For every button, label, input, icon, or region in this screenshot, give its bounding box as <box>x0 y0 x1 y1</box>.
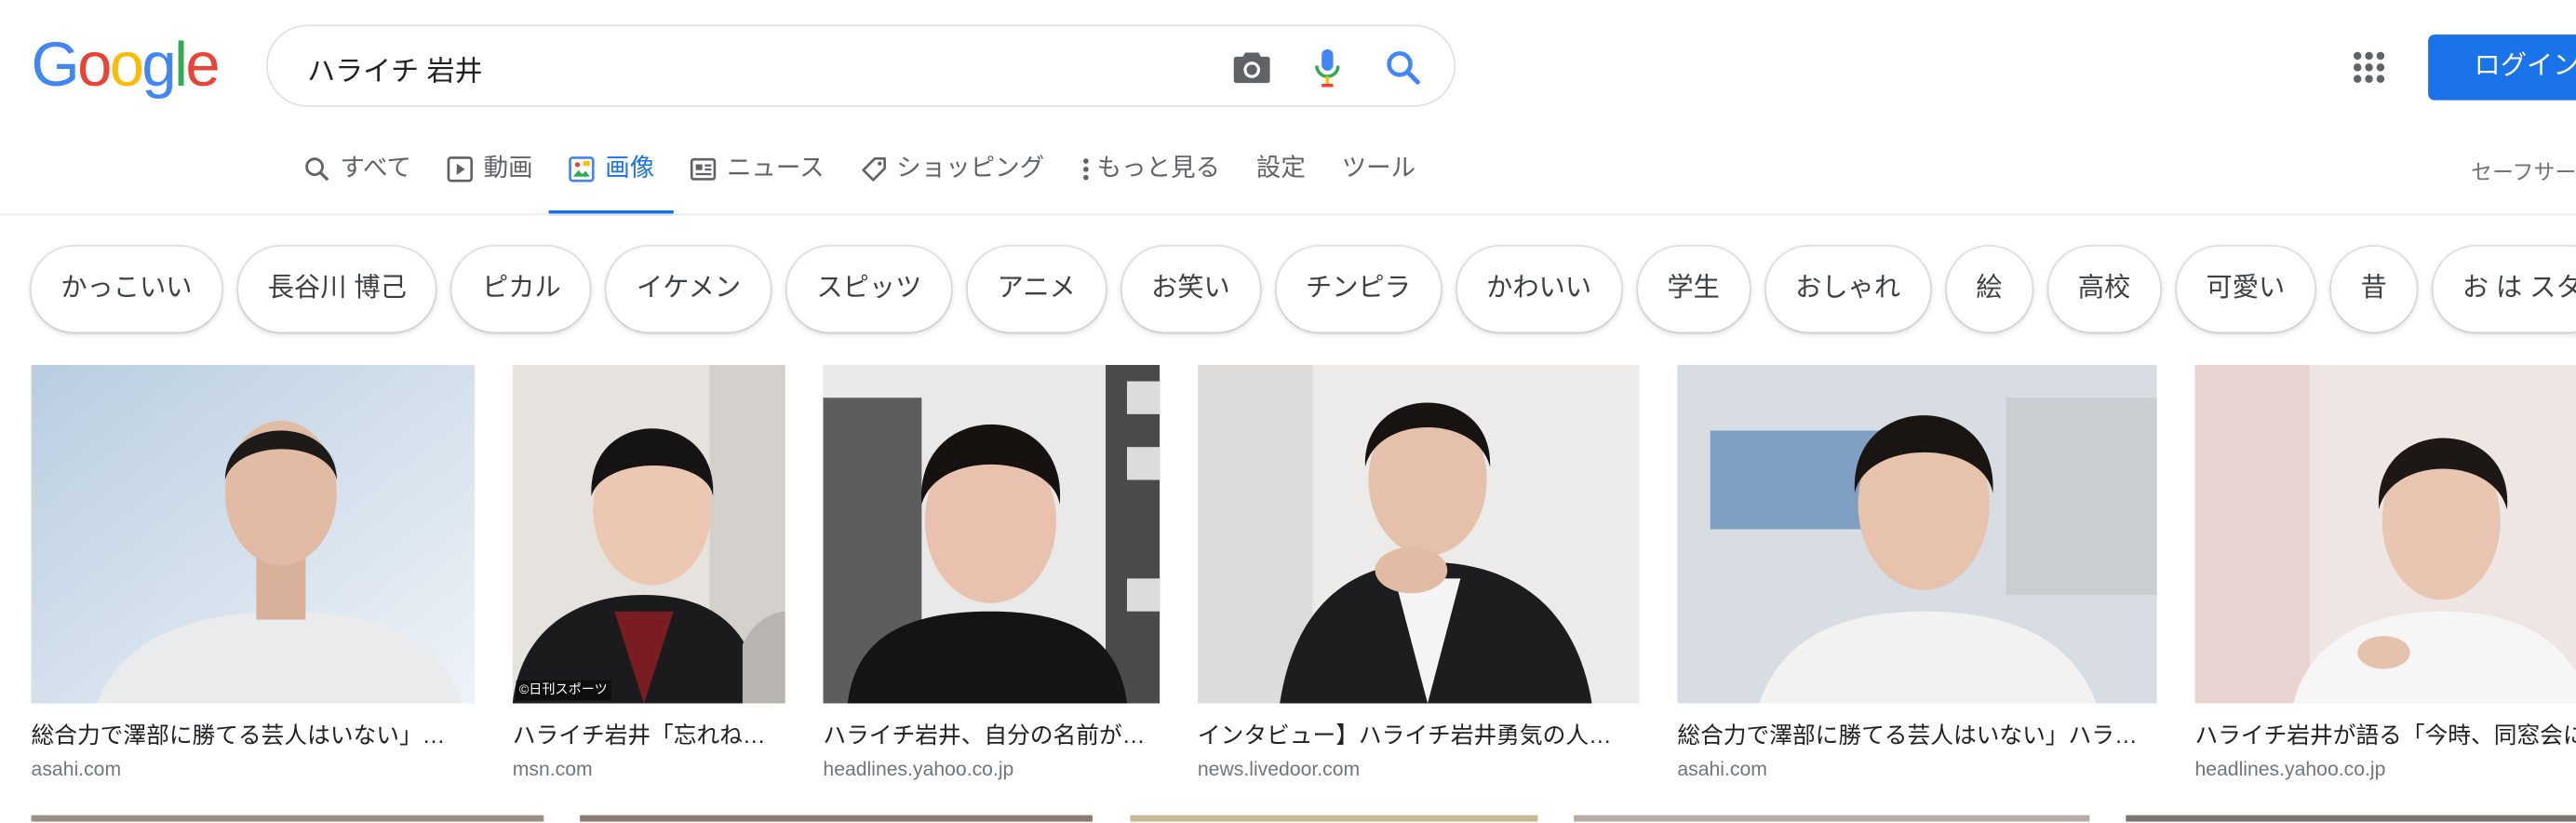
partial-thumbnail[interactable] <box>2126 815 2576 822</box>
result-thumbnail[interactable] <box>31 364 476 704</box>
chip[interactable]: お笑い <box>1121 246 1260 332</box>
result-title[interactable]: ハライチ岩井、自分の名前が… <box>823 720 1160 749</box>
tab-images[interactable]: 画像 <box>549 151 675 216</box>
image-result[interactable]: インタビュー】ハライチ岩井勇気の人… news.livedoor.com <box>1197 364 1640 781</box>
tab-more[interactable]: もっと見る <box>1080 151 1220 213</box>
photo-watermark: ©日刊スポーツ <box>516 680 611 701</box>
result-thumbnail[interactable]: ©日刊スポーツ <box>512 364 785 704</box>
chip[interactable]: 可愛い <box>2176 246 2315 332</box>
result-title[interactable]: インタビュー】ハライチ岩井勇気の人… <box>1198 720 1640 749</box>
tag-icon <box>860 156 886 182</box>
login-button[interactable]: ログイン <box>2428 34 2576 101</box>
search-input[interactable] <box>303 42 1198 92</box>
image-result[interactable]: ©日刊スポーツ ハライチ岩井「忘れね… msn.com <box>512 364 785 781</box>
chip[interactable]: チンピラ <box>1276 246 1441 332</box>
partial-thumbnail[interactable] <box>1130 815 1538 822</box>
tab-tools[interactable]: ツール <box>1342 151 1415 213</box>
result-source: headlines.yahoo.co.jp <box>823 757 1014 781</box>
chip[interactable]: かわいい <box>1456 246 1621 332</box>
search-icon[interactable] <box>1382 46 1425 88</box>
header-divider <box>0 213 2576 216</box>
result-title[interactable]: ハライチ岩井が語る「今時、同窓会に <box>2194 720 2576 749</box>
result-thumbnail[interactable] <box>2194 364 2576 704</box>
tab-videos[interactable]: 動画 <box>448 151 533 213</box>
result-thumbnail[interactable] <box>1677 364 2157 704</box>
more-vert-icon <box>1080 156 1091 182</box>
partial-thumbnail[interactable] <box>1574 815 2090 822</box>
safesearch-label[interactable]: セーフサー <box>2471 155 2576 186</box>
chip[interactable]: アニメ <box>967 246 1106 332</box>
result-source: news.livedoor.com <box>1197 757 1361 781</box>
microphone-icon[interactable] <box>1306 46 1348 88</box>
tab-all[interactable]: すべて <box>304 151 411 213</box>
chip[interactable]: スピッツ <box>786 246 952 332</box>
result-source: asahi.com <box>31 757 122 781</box>
video-icon <box>448 156 474 182</box>
result-title[interactable]: 総合力で澤部に勝てる芸人はいない」ハラ… <box>1677 720 2156 749</box>
result-source: headlines.yahoo.co.jp <box>2194 757 2386 781</box>
result-source: asahi.com <box>1677 757 1767 781</box>
tab-settings[interactable]: 設定 <box>1256 151 1306 213</box>
image-result[interactable]: 総合力で澤部に勝てる芸人はいない」… asahi.com <box>31 364 476 781</box>
search-tabs: すべて 動画 画像 ニュース ショッピング もっと見る 設定 ツール <box>304 151 1452 216</box>
chip[interactable]: 高校 <box>2047 246 2161 332</box>
chip[interactable]: イケメン <box>607 246 771 332</box>
chip[interactable]: ピカル <box>452 246 591 332</box>
image-result[interactable]: ハライチ岩井、自分の名前が… headlines.yahoo.co.jp <box>823 364 1161 781</box>
partial-thumbnail[interactable] <box>31 815 544 822</box>
result-thumbnail[interactable] <box>823 364 1161 704</box>
image-icon <box>569 156 596 182</box>
chip[interactable]: お は スタ <box>2433 246 2576 332</box>
chip[interactable]: 長谷川 博己 <box>237 246 436 332</box>
result-source: msn.com <box>512 757 593 781</box>
related-chips: かっこいい 長谷川 博己 ピカル イケメン スピッツ アニメ お笑い チンピラ … <box>31 246 2576 332</box>
chip[interactable]: かっこいい <box>31 246 222 332</box>
result-title[interactable]: ハライチ岩井「忘れね… <box>513 720 785 749</box>
camera-icon[interactable] <box>1230 46 1273 88</box>
result-thumbnail[interactable] <box>1197 364 1640 704</box>
chip[interactable]: 昔 <box>2330 246 2417 332</box>
result-title[interactable]: 総合力で澤部に勝てる芸人はいない」… <box>32 720 476 749</box>
image-result[interactable]: ハライチ岩井が語る「今時、同窓会に headlines.yahoo.co.jp <box>2194 364 2576 781</box>
apps-grid-icon[interactable] <box>2346 45 2392 90</box>
partial-thumbnail[interactable] <box>580 815 1093 822</box>
news-icon <box>691 156 717 182</box>
search-icon <box>304 156 330 182</box>
chip[interactable]: おしゃれ <box>1765 246 1930 332</box>
chip[interactable]: 絵 <box>1946 246 2033 332</box>
google-logo[interactable]: Google <box>32 32 221 101</box>
image-result[interactable]: 総合力で澤部に勝てる芸人はいない」ハラ… asahi.com <box>1677 364 2157 781</box>
page: Google ログイン すべて 動画 画像 <box>0 0 2576 822</box>
tab-shopping[interactable]: ショッピング <box>860 151 1044 213</box>
search-box <box>265 24 1456 107</box>
chip[interactable]: 学生 <box>1637 246 1750 332</box>
tab-news[interactable]: ニュース <box>691 151 825 213</box>
